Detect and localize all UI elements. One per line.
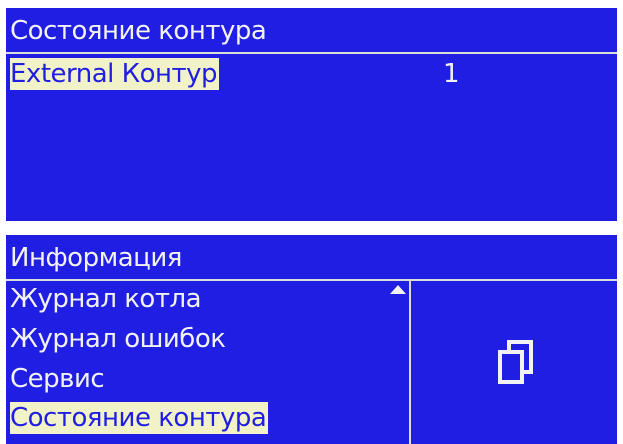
menu-item-label: Состояние контура bbox=[10, 402, 269, 434]
scroll-up-arrow-icon[interactable] bbox=[390, 285, 406, 294]
circuit-label: External Контур bbox=[10, 58, 220, 90]
menu-item-error-log[interactable]: Журнал ошибок bbox=[6, 323, 406, 355]
menu-item-service[interactable]: Сервис bbox=[6, 363, 406, 395]
circuit-value: 1 bbox=[443, 59, 460, 89]
menu-item-label: Журнал ошибок bbox=[10, 324, 226, 354]
panel-divider bbox=[409, 281, 411, 444]
screen-title-bar: Состояние контура bbox=[6, 8, 617, 54]
circuit-row-external[interactable]: External Контур 1 bbox=[6, 58, 617, 90]
information-menu-screen: Информация Журнал котла Журнал ошибок Се… bbox=[6, 235, 617, 444]
circuit-status-screen: Состояние контура External Контур 1 bbox=[6, 8, 617, 221]
menu-item-label: Журнал котла bbox=[10, 284, 202, 314]
screen-title: Информация bbox=[10, 243, 182, 273]
screen-title-bar: Информация bbox=[6, 235, 617, 281]
screen-title: Состояние контура bbox=[10, 16, 267, 46]
copy-pages-icon bbox=[498, 340, 533, 384]
menu-item-circuit-status[interactable]: Состояние контура bbox=[6, 402, 406, 434]
menu-item-label: Сервис bbox=[10, 364, 105, 394]
menu-item-boiler-log[interactable]: Журнал котла bbox=[6, 283, 406, 315]
